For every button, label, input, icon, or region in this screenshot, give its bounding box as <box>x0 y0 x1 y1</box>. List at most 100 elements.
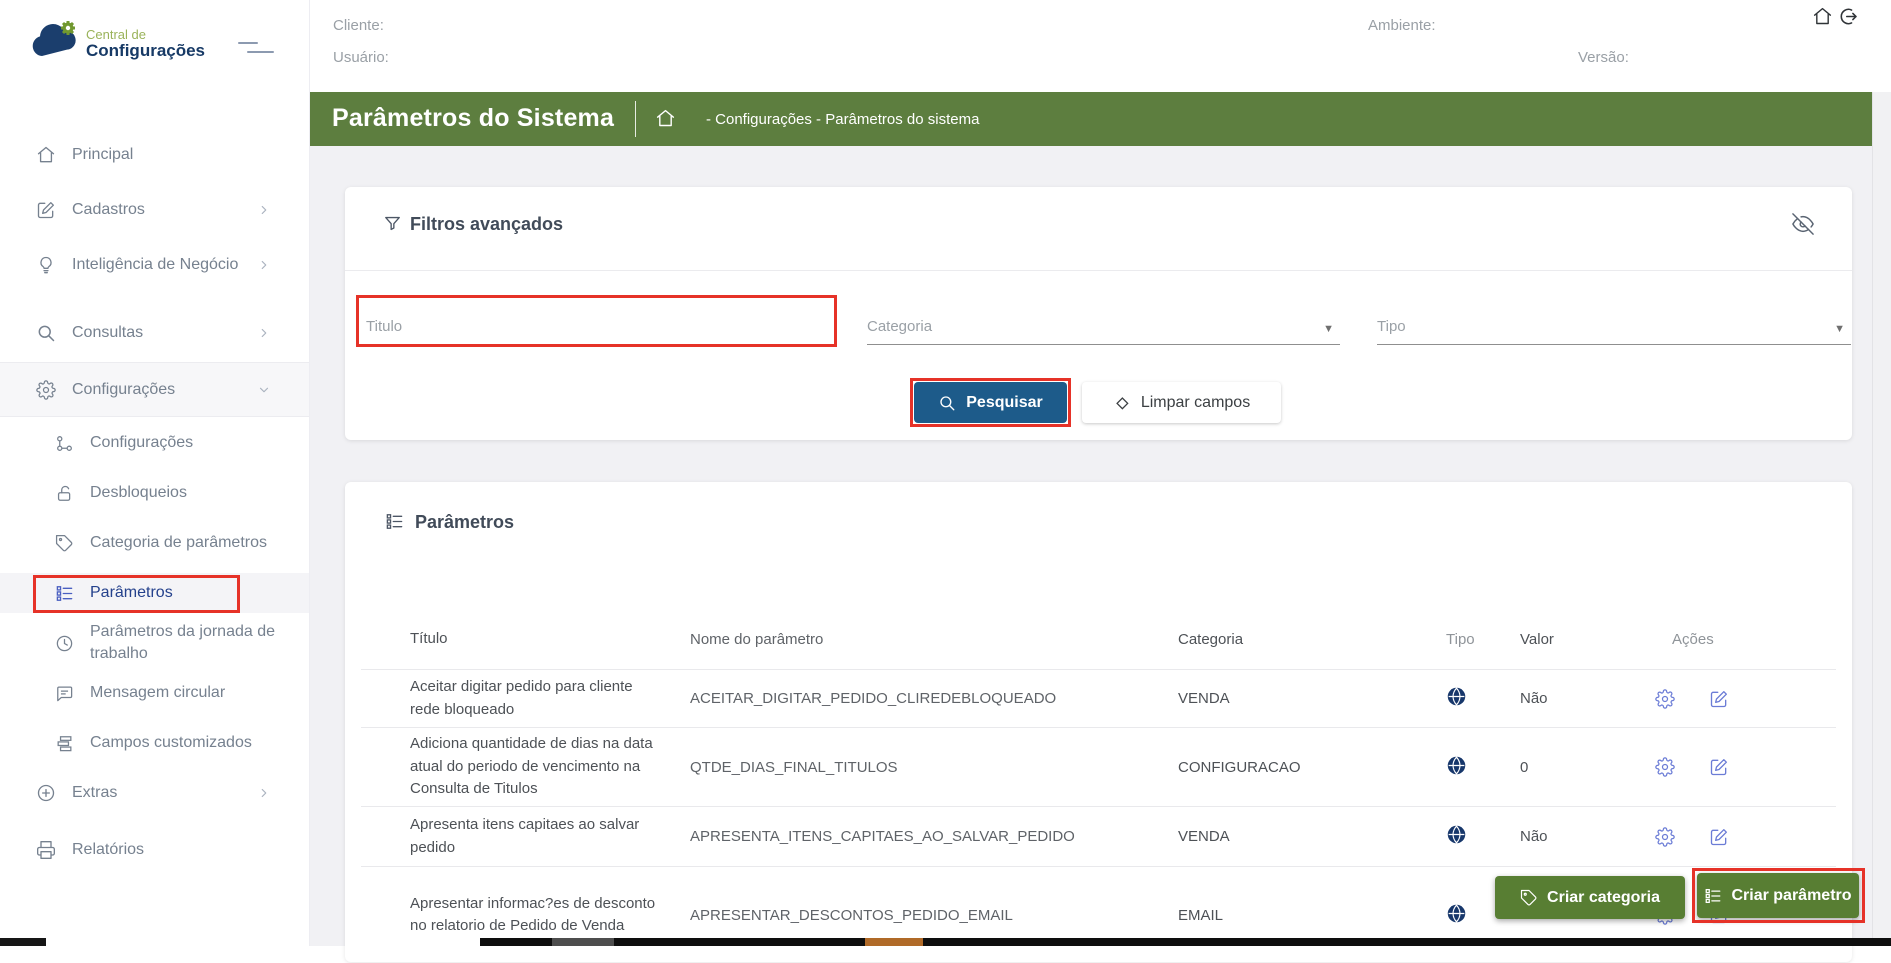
list-icon <box>55 584 74 603</box>
sidebar-item-label: Extras <box>72 782 249 804</box>
hide-filters-icon[interactable] <box>1792 213 1814 235</box>
clear-fields-button[interactable]: Limpar campos <box>1082 382 1281 423</box>
clear-button-label: Limpar campos <box>1141 394 1250 412</box>
sidebar-item-label: Mensagem circular <box>90 682 279 704</box>
table-header-row: Título Nome do parâmetro Categoria Tipo … <box>361 610 1836 670</box>
unlock-icon <box>55 484 74 503</box>
logout-icon[interactable] <box>1838 6 1859 27</box>
gear-icon <box>36 380 56 400</box>
nodes-icon <box>55 434 74 453</box>
sidebar-item-configuracoes[interactable]: Configurações <box>0 362 309 417</box>
menu-toggle-icon[interactable] <box>238 42 274 56</box>
sidebar-subitem-parametros-jornada[interactable]: Parâmetros da jornada de trabalho <box>0 618 309 668</box>
sidebar-item-label: Parâmetros <box>90 582 279 604</box>
sidebar-subitem-desbloqueios[interactable]: Desbloqueios <box>0 473 309 513</box>
sidebar-item-inteligencia[interactable]: Inteligência de Negócio <box>0 240 309 290</box>
taskbar-segment <box>552 938 614 946</box>
cell-nome: APRESENTAR_DESCONTOS_PEDIDO_EMAIL <box>657 907 1178 924</box>
vertical-scrollbar[interactable] <box>1872 92 1891 946</box>
dropdown-arrow-icon: ▼ <box>1323 323 1334 335</box>
taskbar-sliver <box>480 938 1891 946</box>
environment-label: Ambiente: <box>1368 17 1436 34</box>
page-title: Parâmetros do Sistema <box>332 104 614 133</box>
sidebar-item-consultas[interactable]: Consultas <box>0 313 309 353</box>
breadcrumb-home-icon[interactable] <box>655 108 676 129</box>
cell-nome: QTDE_DIAS_FINAL_TITULOS <box>657 759 1178 776</box>
table-row: Apresenta itens capitaes ao salvar pedid… <box>361 807 1836 867</box>
search-button[interactable]: Pesquisar <box>914 382 1067 423</box>
categoria-placeholder: Categoria <box>867 318 932 344</box>
create-category-button[interactable]: Criar categoria <box>1495 876 1685 919</box>
row-edit-icon[interactable] <box>1709 689 1729 709</box>
stack-icon <box>55 734 74 753</box>
clock-icon <box>55 634 74 653</box>
client-label: Cliente: <box>333 17 384 34</box>
page-header: Parâmetros do Sistema - Configurações - … <box>310 92 1872 146</box>
sidebar-item-label: Consultas <box>72 322 249 344</box>
dropdown-arrow-icon: ▼ <box>1834 323 1845 335</box>
sidebar-item-label: Parâmetros da jornada de trabalho <box>90 621 279 664</box>
row-settings-icon[interactable] <box>1655 827 1675 847</box>
filters-title: Filtros avançados <box>410 214 563 235</box>
globe-icon <box>1446 686 1467 707</box>
cell-nome: APRESENTA_ITENS_CAPITAES_AO_SALVAR_PEDID… <box>657 828 1178 845</box>
sidebar-item-label: Configurações <box>90 432 279 454</box>
home-icon <box>36 145 56 165</box>
sidebar-subitem-configuracoes[interactable]: Configurações <box>0 423 309 463</box>
cell-nome: ACEITAR_DIGITAR_PEDIDO_CLIREDEBLOQUEADO <box>657 690 1178 707</box>
sidebar-subitem-mensagem-circular[interactable]: Mensagem circular <box>0 673 309 713</box>
column-header-categoria: Categoria <box>1178 631 1446 648</box>
row-edit-icon[interactable] <box>1709 757 1729 777</box>
titulo-field[interactable] <box>366 295 834 345</box>
sidebar-item-label: Inteligência de Negócio <box>72 254 249 276</box>
search-button-label: Pesquisar <box>966 394 1042 412</box>
list-icon <box>385 512 404 531</box>
sidebar-item-label: Cadastros <box>72 199 249 221</box>
search-icon <box>938 394 956 412</box>
row-settings-icon[interactable] <box>1655 689 1675 709</box>
tag-icon <box>55 534 74 553</box>
row-settings-icon[interactable] <box>1655 757 1675 777</box>
logo-text-line1: Central de <box>86 27 146 42</box>
chevron-right-icon <box>257 258 271 272</box>
divider <box>345 270 1852 271</box>
header-divider <box>635 101 636 137</box>
column-header-acoes: Ações <box>1655 631 1836 648</box>
cell-categoria: EMAIL <box>1178 907 1446 924</box>
sidebar-item-cadastros[interactable]: Cadastros <box>0 190 309 230</box>
cell-valor: 0 <box>1520 759 1655 776</box>
table-row: Aceitar digitar pedido para cliente rede… <box>361 670 1836 728</box>
cell-titulo: Adiciona quantidade de dias na data atua… <box>361 733 657 801</box>
diamond-clean-icon <box>1113 394 1131 412</box>
categoria-select[interactable]: Categoria ▼ <box>867 295 1340 345</box>
row-edit-icon[interactable] <box>1709 827 1729 847</box>
logo-text-line2: Configurações <box>86 41 205 61</box>
sidebar: Central de Configurações Principal Cadas… <box>0 0 310 946</box>
titulo-input[interactable] <box>366 318 834 344</box>
version-label: Versão: <box>1578 49 1629 66</box>
home-icon[interactable] <box>1812 6 1833 27</box>
sidebar-subitem-categoria-de-parametros[interactable]: Categoria de parâmetros <box>0 518 309 568</box>
cell-categoria: CONFIGURACAO <box>1178 759 1446 776</box>
breadcrumb: - Configurações - Parâmetros do sistema <box>706 111 979 128</box>
sidebar-subitem-parametros[interactable]: Parâmetros <box>0 573 309 613</box>
column-header-titulo: Título <box>361 628 657 651</box>
globe-icon <box>1446 903 1467 924</box>
tipo-select[interactable]: Tipo ▼ <box>1377 295 1851 345</box>
create-parameter-button[interactable]: Criar parâmetro <box>1697 873 1859 918</box>
sidebar-item-label: Campos customizados <box>90 732 279 754</box>
cell-titulo: Apresenta itens capitaes ao salvar pedid… <box>361 814 657 859</box>
sidebar-item-extras[interactable]: Extras <box>0 773 309 813</box>
sidebar-item-relatorios[interactable]: Relatórios <box>0 830 309 870</box>
sidebar-item-label: Relatórios <box>72 839 249 861</box>
globe-icon <box>1446 824 1467 845</box>
sidebar-item-label: Configurações <box>72 379 249 401</box>
user-label: Usuário: <box>333 49 389 66</box>
sidebar-item-principal[interactable]: Principal <box>0 135 309 175</box>
create-parameter-label: Criar parâmetro <box>1731 887 1851 905</box>
column-header-valor: Valor <box>1520 631 1655 648</box>
taskbar-sliver <box>0 938 46 946</box>
sidebar-subitem-campos-customizados[interactable]: Campos customizados <box>0 723 309 763</box>
column-header-tipo: Tipo <box>1446 631 1520 648</box>
printer-icon <box>36 840 56 860</box>
